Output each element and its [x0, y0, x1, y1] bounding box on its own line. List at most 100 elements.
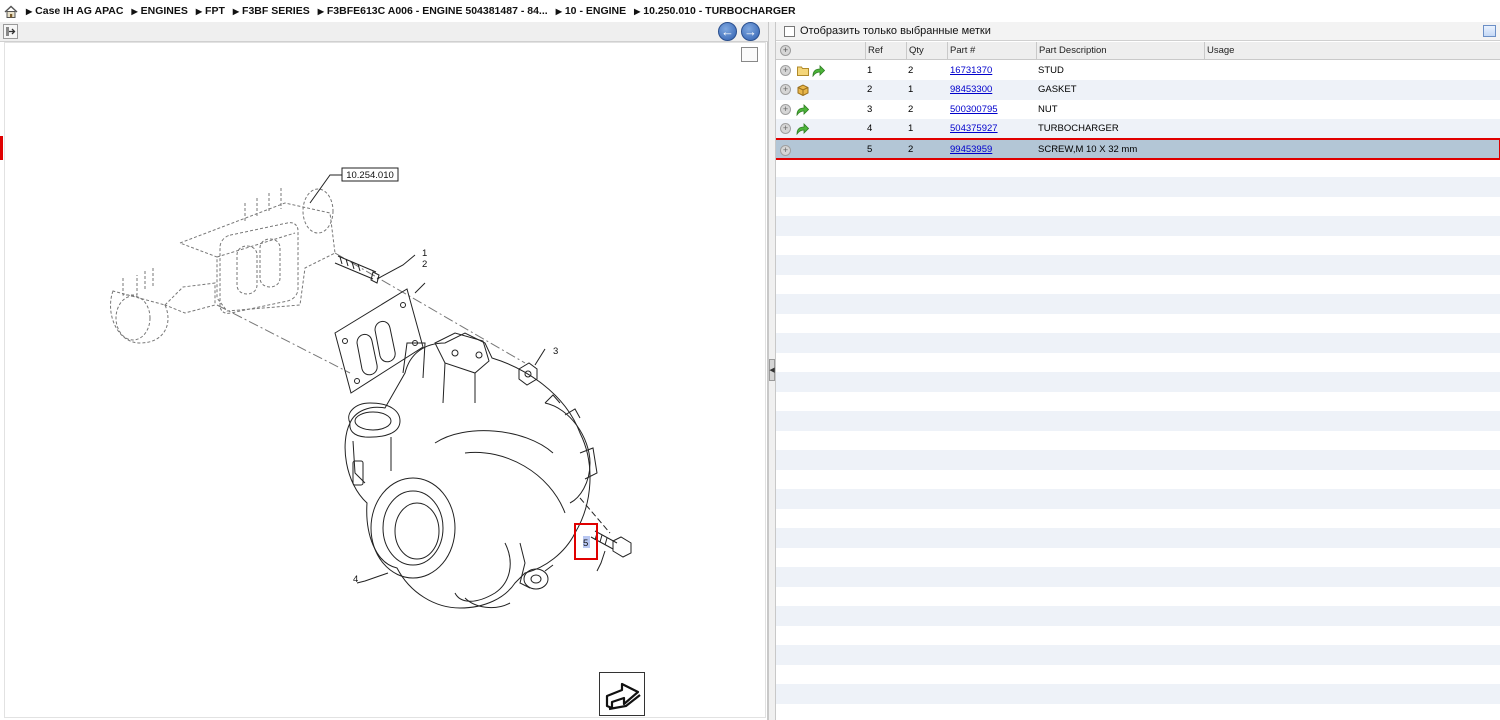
- side-marker: [0, 136, 3, 160]
- add-to-list-icon[interactable]: +: [780, 84, 791, 95]
- breadcrumb-item[interactable]: ▶ 10 - ENGINE: [556, 5, 626, 17]
- row-ref: 2: [867, 84, 873, 95]
- row-ref: 5: [867, 144, 873, 155]
- reference-label: 10.254.010: [346, 170, 394, 181]
- column-header-ref[interactable]: Ref: [865, 42, 906, 60]
- breadcrumb-item[interactable]: ▶ FPT: [196, 5, 225, 17]
- green-arrow-icon[interactable]: [812, 64, 825, 77]
- part-number-link[interactable]: 16731370: [950, 61, 992, 81]
- empty-row: [776, 684, 1500, 704]
- screw-drawing: [579, 497, 632, 572]
- show-selected-only-label: Отобразить только выбранные метки: [800, 25, 991, 37]
- parts-table-body: + 1 2 16731370 STUD + 2 1 98453300 GASKE…: [776, 60, 1500, 720]
- empty-row: [776, 372, 1500, 392]
- collapse-handle-icon[interactable]: ◀: [769, 359, 775, 381]
- breadcrumb-arrow-icon: ▶: [555, 6, 562, 16]
- row-qty: 2: [908, 65, 914, 76]
- column-header-part-number[interactable]: Part #: [947, 42, 1036, 60]
- breadcrumb-arrow-icon: ▶: [634, 6, 641, 16]
- parts-table-header: + Ref Qty Part # Part Description Usage: [776, 42, 1500, 60]
- folder-icon[interactable]: [796, 64, 809, 77]
- breadcrumb-arrow-icon: ▶: [26, 6, 33, 16]
- pane-splitter[interactable]: ◀: [768, 22, 776, 720]
- table-settings-icon[interactable]: [1483, 25, 1496, 37]
- row-ref: 1: [867, 65, 873, 76]
- gasket-drawing: [334, 282, 426, 394]
- box-icon[interactable]: [796, 83, 809, 96]
- empty-row: [776, 606, 1500, 626]
- add-to-list-icon[interactable]: +: [780, 123, 791, 134]
- table-row-selected[interactable]: + 5 2 99453959 SCREW,M 10 X 32 mm: [776, 138, 1500, 160]
- empty-row: [776, 567, 1500, 587]
- drawing-toolbar: ← →: [0, 22, 768, 42]
- breadcrumb-arrow-icon: ▶: [232, 6, 240, 16]
- breadcrumb-item[interactable]: ▶ ENGINES: [131, 5, 187, 17]
- add-to-list-icon[interactable]: +: [780, 145, 791, 156]
- stud-drawing: [334, 254, 416, 284]
- breadcrumb-item[interactable]: ▶ Case IH AG APAC: [26, 5, 123, 17]
- back-button[interactable]: ←: [718, 22, 737, 41]
- table-row[interactable]: + 3 2 500300795 NUT: [776, 100, 1500, 120]
- empty-row: [776, 489, 1500, 509]
- row-ref: 4: [867, 123, 873, 134]
- breadcrumb-arrow-icon: ▶: [195, 6, 203, 16]
- parts-list-pane: Отобразить только выбранные метки + Ref …: [776, 22, 1500, 720]
- arrow-right-icon: →: [744, 24, 757, 39]
- table-row[interactable]: + 1 2 16731370 STUD: [776, 61, 1500, 81]
- parts-diagram[interactable]: 10.254.010 1 2 3 4 5: [4, 42, 766, 718]
- empty-row: [776, 528, 1500, 548]
- show-selected-only-checkbox[interactable]: [784, 25, 795, 37]
- forward-button[interactable]: →: [741, 22, 760, 41]
- row-qty: 2: [908, 104, 914, 115]
- empty-row: [776, 450, 1500, 470]
- callout-5: 5: [583, 538, 588, 549]
- add-to-list-icon[interactable]: +: [780, 104, 791, 115]
- empty-row: [776, 411, 1500, 431]
- row-description: GASKET: [1038, 84, 1077, 95]
- empty-row: [776, 333, 1500, 353]
- part-number-link[interactable]: 500300795: [950, 100, 998, 120]
- column-header-part-description[interactable]: Part Description: [1036, 42, 1204, 60]
- part-number-link[interactable]: 504375927: [950, 119, 998, 139]
- callout-1: 1: [422, 248, 427, 259]
- column-header-qty[interactable]: Qty: [906, 42, 947, 60]
- empty-row: [776, 216, 1500, 236]
- home-icon[interactable]: [4, 4, 18, 18]
- add-to-list-icon[interactable]: +: [780, 65, 791, 76]
- breadcrumb-item[interactable]: ▶ F3BF SERIES: [233, 5, 310, 17]
- turbocharger-drawing: 10.254.010 1 2 3 4 5: [110, 167, 632, 609]
- row-qty: 1: [908, 123, 914, 134]
- nut-drawing: [518, 348, 546, 386]
- breadcrumb-arrow-icon: ▶: [131, 6, 138, 16]
- green-arrow-icon[interactable]: [796, 122, 809, 135]
- add-all-icon[interactable]: +: [780, 45, 791, 56]
- part-number-link[interactable]: 98453300: [950, 80, 992, 100]
- callout-3: 3: [553, 346, 558, 357]
- exit-arrow-icon[interactable]: [599, 672, 645, 716]
- drawing-pane: ← → 10.254.010 1 2 3 4 5: [0, 22, 768, 720]
- callout-4: 4: [353, 574, 358, 585]
- arrow-left-icon: ←: [721, 24, 734, 39]
- callout-2: 2: [422, 259, 427, 270]
- empty-row: [776, 177, 1500, 197]
- row-qty: 2: [908, 144, 914, 155]
- table-row[interactable]: + 4 1 504375927 TURBOCHARGER: [776, 119, 1500, 139]
- empty-row: [776, 294, 1500, 314]
- empty-row: [776, 255, 1500, 275]
- empty-row: [776, 645, 1500, 665]
- table-row[interactable]: + 2 1 98453300 GASKET: [776, 80, 1500, 100]
- breadcrumb: ▶ Case IH AG APAC ▶ ENGINES ▶ FPT ▶ F3BF SER…: [0, 0, 1500, 22]
- expand-arrow-icon[interactable]: [3, 24, 18, 39]
- filter-bar: Отобразить только выбранные метки: [776, 22, 1500, 41]
- column-header-usage[interactable]: Usage: [1204, 42, 1500, 60]
- row-ref: 3: [867, 104, 873, 115]
- breadcrumb-arrow-icon: ▶: [317, 6, 324, 16]
- breadcrumb-item-current[interactable]: ▶ 10.250.010 - TURBOCHARGER: [634, 5, 795, 17]
- row-description: SCREW,M 10 X 32 mm: [1038, 144, 1138, 155]
- part-number-link[interactable]: 99453959: [950, 140, 992, 160]
- row-qty: 1: [908, 84, 914, 95]
- row-description: NUT: [1038, 104, 1058, 115]
- green-arrow-icon[interactable]: [796, 103, 809, 116]
- turbocharger-body-drawing: [344, 332, 598, 609]
- breadcrumb-item[interactable]: ▶ F3BFE613C A006 - ENGINE 504381487 - 84.…: [318, 5, 548, 17]
